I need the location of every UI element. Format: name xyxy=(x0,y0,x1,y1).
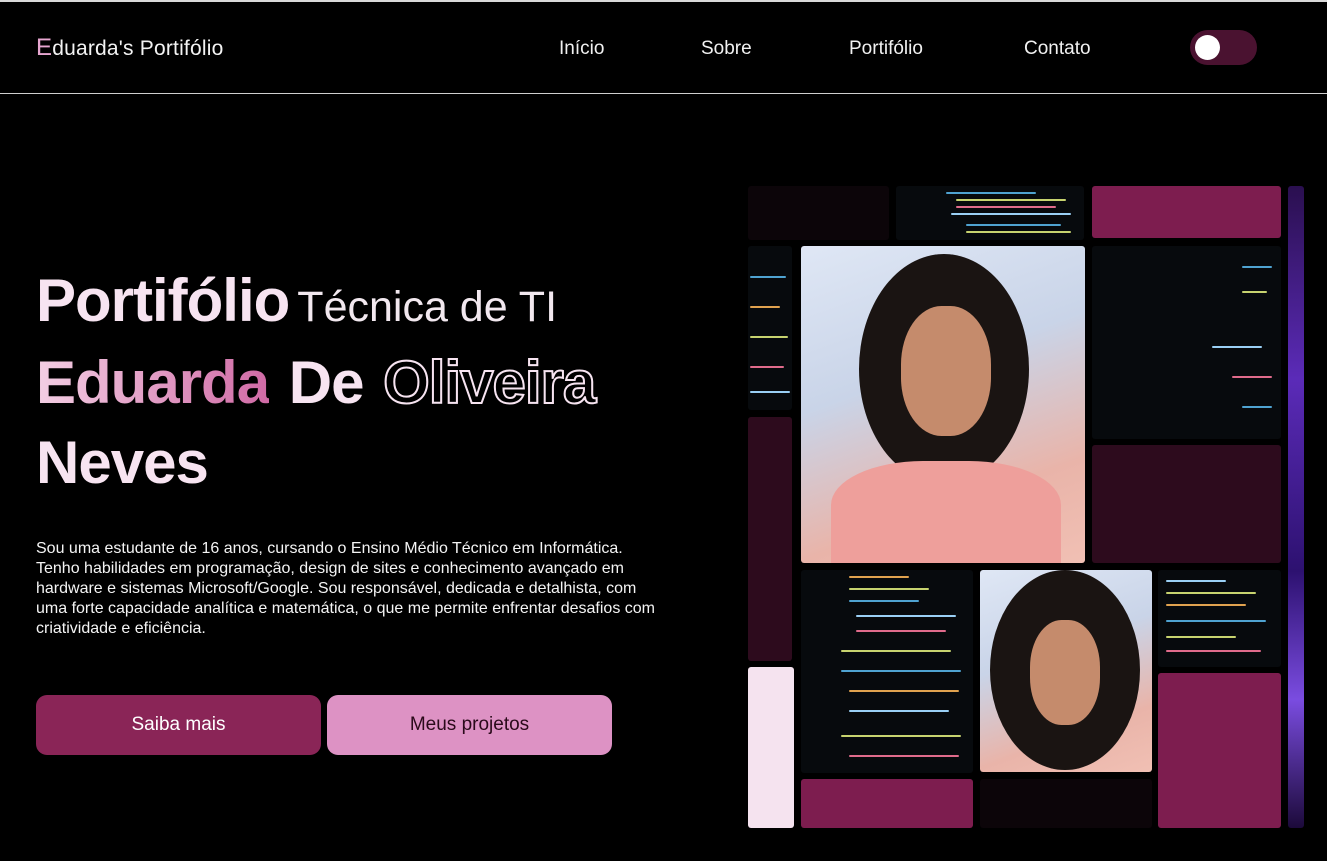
collage-tile-maroon xyxy=(1092,186,1281,238)
collage-code-image xyxy=(1092,246,1281,439)
collage-tile-maroon xyxy=(801,779,973,828)
collage-tile-dark xyxy=(748,186,889,240)
hero-description: Sou uma estudante de 16 anos, cursando o… xyxy=(36,540,655,637)
collage-code-image xyxy=(801,570,973,773)
nav-link-portifolio[interactable]: Portifólio xyxy=(849,38,923,60)
saiba-mais-button[interactable]: Saiba mais xyxy=(36,695,321,755)
hero-name-line-1: Eduarda De Oliveira xyxy=(36,348,597,417)
name-middle: Oliveira xyxy=(382,348,597,417)
nav-link-inicio[interactable]: Início xyxy=(559,38,604,60)
name-last: Neves xyxy=(36,429,209,496)
theme-toggle[interactable] xyxy=(1190,30,1257,65)
collage-tile-pale xyxy=(748,667,794,828)
collage-code-image xyxy=(896,186,1084,240)
hero-title-line-1: Portifólio Técnica de TI xyxy=(36,266,557,335)
name-first: Eduarda xyxy=(36,349,270,416)
theme-toggle-knob xyxy=(1195,35,1220,60)
collage-tile-dark xyxy=(980,779,1152,828)
collage-code-image xyxy=(1158,570,1281,667)
photo-collage xyxy=(748,186,1308,831)
collage-tile-dark-maroon xyxy=(1092,445,1281,563)
collage-tile-dark-maroon xyxy=(748,417,792,661)
collage-code-image xyxy=(748,246,792,410)
profile-photo-1 xyxy=(801,246,1085,563)
nav-link-sobre[interactable]: Sobre xyxy=(701,38,752,60)
name-connector: De xyxy=(288,349,365,416)
main-nav: Início Sobre Portifólio Contato xyxy=(0,38,1327,62)
meus-projetos-button[interactable]: Meus projetos xyxy=(327,695,612,755)
profile-photo-2 xyxy=(980,570,1152,772)
hero-title: Portifólio xyxy=(36,267,290,334)
site-header: Eduarda's Portifólio Início Sobre Portif… xyxy=(0,2,1327,94)
hero-subtitle: Técnica de TI xyxy=(297,283,558,331)
nav-link-contato[interactable]: Contato xyxy=(1024,38,1091,60)
collage-stripe-image xyxy=(1288,186,1304,828)
collage-tile-maroon xyxy=(1158,673,1281,828)
